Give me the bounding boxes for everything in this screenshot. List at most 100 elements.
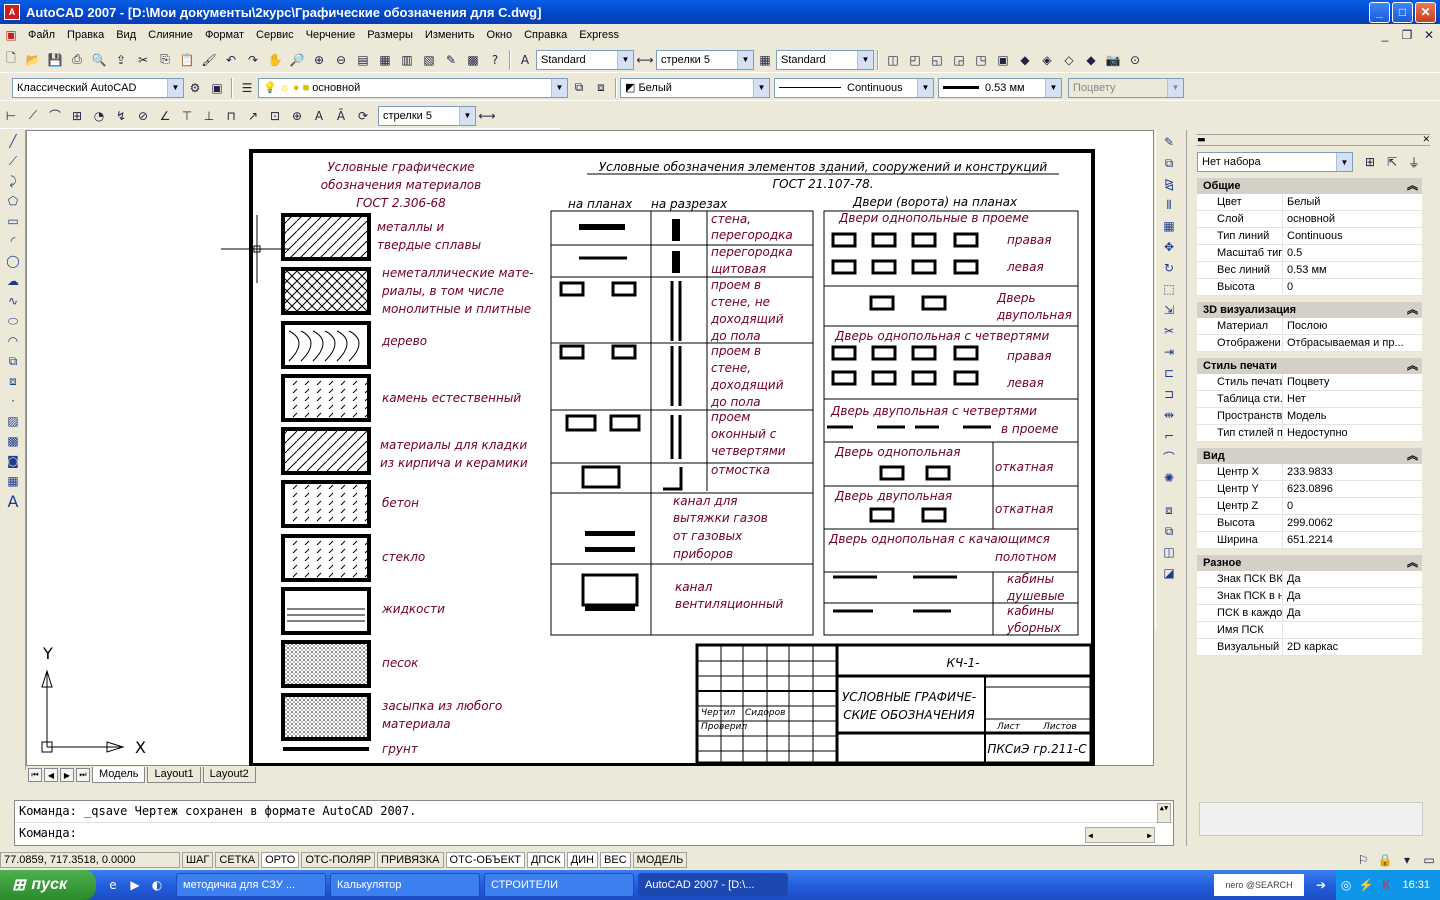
prop-value[interactable]: Поцвету — [1283, 374, 1422, 390]
fillet-icon[interactable]: ⌒ — [1160, 448, 1178, 466]
collapse-icon[interactable]: ︽ — [1407, 178, 1422, 194]
prop-value[interactable]: Модель — [1283, 408, 1422, 424]
center-mark-icon[interactable]: ⊕ — [288, 107, 306, 125]
mirror-icon[interactable]: ⧎ — [1160, 175, 1178, 193]
task-stroiteli[interactable]: СТРОИТЕЛИ — [484, 873, 634, 897]
prop-value[interactable]: 0.53 мм — [1283, 262, 1422, 278]
menu-help[interactable]: Справка — [518, 29, 573, 41]
menu-tools[interactable]: Сервис — [250, 29, 300, 41]
copy-object-icon[interactable]: ⧉ — [1160, 154, 1178, 172]
region-icon[interactable]: ◙ — [4, 452, 22, 470]
workspace-save-icon[interactable]: ▣ — [208, 79, 226, 97]
menu-window[interactable]: Окно — [481, 29, 519, 41]
drawing-canvas[interactable]: Условные графические обозначения материа… — [26, 130, 1154, 767]
menu-format[interactable]: Формат — [199, 29, 250, 41]
prop-row[interactable]: Слой основной — [1197, 211, 1422, 228]
dim-style-icon[interactable]: ⟷ — [636, 51, 654, 69]
quick-select-icon[interactable]: ⏚ — [1405, 153, 1423, 171]
view-iso4-icon[interactable]: ◆ — [1082, 51, 1100, 69]
layer-select[interactable]: 💡 ☼ ● ■ основной ▼ — [258, 77, 568, 98]
prop-value[interactable]: 299.0062 — [1283, 515, 1422, 531]
break-point-icon[interactable]: ⊏ — [1160, 364, 1178, 382]
view-iso3-icon[interactable]: ◇ — [1060, 51, 1078, 69]
prop-row[interactable]: Отображени... Отбрасываемая и пр... — [1197, 335, 1422, 352]
prop-value[interactable]: Continuous — [1283, 228, 1422, 244]
prop-value[interactable]: 623.0896 — [1283, 481, 1422, 497]
camera-icon[interactable]: 📷 — [1104, 51, 1122, 69]
layer-current-icon[interactable]: ⧉ — [570, 79, 588, 97]
table-style-icon[interactable]: ▦ — [756, 51, 774, 69]
prop-row[interactable]: Высота 299.0062 — [1197, 515, 1422, 532]
dim-arc-icon[interactable]: ⌒ — [46, 107, 64, 125]
paste-icon[interactable]: 📋 — [178, 51, 196, 69]
prop-row[interactable]: Цвет Белый — [1197, 194, 1422, 211]
view-top-icon[interactable]: ◫ — [884, 51, 902, 69]
dyn-button[interactable]: ДИН — [566, 852, 599, 868]
lock-icon[interactable]: 🔒 — [1376, 851, 1394, 869]
prop-section-header[interactable]: Общие ︽ — [1197, 178, 1422, 194]
dim-radius-icon[interactable]: ◔ — [90, 107, 108, 125]
revision-cloud-icon[interactable]: ☁ — [4, 272, 22, 290]
view-iso1-icon[interactable]: ◆ — [1016, 51, 1034, 69]
prop-row[interactable]: Материал Послою — [1197, 318, 1422, 335]
prop-row[interactable]: Тип линий Continuous — [1197, 228, 1422, 245]
dim-update-icon[interactable]: ⟳ — [354, 107, 372, 125]
prop-row[interactable]: Вес линий 0.53 мм — [1197, 262, 1422, 279]
command-hscroll[interactable]: ◀ ▶ — [1085, 827, 1155, 843]
start-button[interactable]: ⊞ пуск — [0, 870, 96, 900]
zoom-previous-icon[interactable]: ⊖ — [332, 51, 350, 69]
offset-icon[interactable]: ⫴ — [1160, 196, 1178, 214]
prop-section-header[interactable]: Вид ︽ — [1197, 448, 1422, 464]
tab-layout2[interactable]: Layout2 — [202, 767, 256, 783]
break-icon[interactable]: ⊐ — [1160, 385, 1178, 403]
prop-section-header[interactable]: 3D визуализация ︽ — [1197, 302, 1422, 318]
prop-value[interactable]: Да — [1283, 605, 1422, 621]
prop-row[interactable]: Высота 0 — [1197, 279, 1422, 296]
osnap-button[interactable]: ПРИВЯЗКА — [377, 852, 444, 868]
prop-row[interactable]: ПСК в каждо...Да — [1197, 605, 1422, 622]
toggle-pickadd-icon[interactable]: ⊞ — [1361, 153, 1379, 171]
task-calculator[interactable]: Калькулятор — [330, 873, 480, 897]
stretch-icon[interactable]: ⇲ — [1160, 301, 1178, 319]
tab-first-icon[interactable]: ⏮ — [28, 768, 42, 782]
prop-value[interactable]: 0.5 — [1283, 245, 1422, 261]
prop-value[interactable]: Да — [1283, 571, 1422, 587]
make-block-icon[interactable]: ⧈ — [4, 372, 22, 390]
tray-icon-2[interactable]: ⚡ — [1358, 876, 1374, 894]
close-button[interactable]: ✕ — [1415, 1, 1436, 23]
view-bottom-icon[interactable]: ◰ — [906, 51, 924, 69]
properties-icon[interactable]: ▤ — [354, 51, 372, 69]
pan-icon[interactable]: ✋ — [266, 51, 284, 69]
prop-row[interactable]: Стиль печати Поцвету — [1197, 374, 1422, 391]
prop-value[interactable]: Белый — [1283, 194, 1422, 210]
snap-button[interactable]: ШАГ — [182, 852, 214, 868]
dim-ordinate-icon[interactable]: ⊞ — [68, 107, 86, 125]
gradient-icon[interactable]: ▩ — [4, 432, 22, 450]
redo-icon[interactable]: ↷ — [244, 51, 262, 69]
kaspersky-icon[interactable]: K — [1378, 876, 1394, 894]
lwt-button[interactable]: ВЕС — [600, 852, 631, 868]
zoom-realtime-icon[interactable]: 🔎 — [288, 51, 306, 69]
ie-icon[interactable]: e — [104, 876, 122, 894]
prop-value[interactable]: Недоступно — [1283, 425, 1422, 441]
color-select[interactable]: ◩ Белый ▼ — [620, 77, 770, 98]
point-icon[interactable]: · — [4, 392, 22, 410]
minimize-button[interactable]: _ — [1369, 1, 1390, 23]
match-icon[interactable]: 🖌 — [200, 51, 218, 69]
dim-jogged-icon[interactable]: ↯ — [112, 107, 130, 125]
workspace-select[interactable]: Классический AutoCAD ▼ — [12, 77, 184, 98]
menu-merge[interactable]: Слияние — [142, 29, 199, 41]
dim-style-select[interactable]: стрелки 5 ▼ — [656, 49, 754, 70]
prop-value[interactable]: 233.9833 — [1283, 464, 1422, 480]
view-right-icon[interactable]: ◲ — [950, 51, 968, 69]
selection-select[interactable]: Нет набора ▼ — [1197, 152, 1353, 172]
dim-baseline-icon[interactable]: ⊥ — [200, 107, 218, 125]
preview-icon[interactable]: 🔍 — [90, 51, 108, 69]
doc-restore-icon[interactable]: ❐ — [1398, 26, 1416, 44]
view-front-icon[interactable]: ◳ — [972, 51, 990, 69]
trim-icon[interactable]: ✂ — [1160, 322, 1178, 340]
lineweight-select[interactable]: 0.53 мм ▼ — [938, 77, 1062, 98]
prop-value[interactable]: Нет — [1283, 391, 1422, 407]
prop-row[interactable]: Таблица сти... Нет — [1197, 391, 1422, 408]
text-style-icon[interactable]: A — [516, 51, 534, 69]
